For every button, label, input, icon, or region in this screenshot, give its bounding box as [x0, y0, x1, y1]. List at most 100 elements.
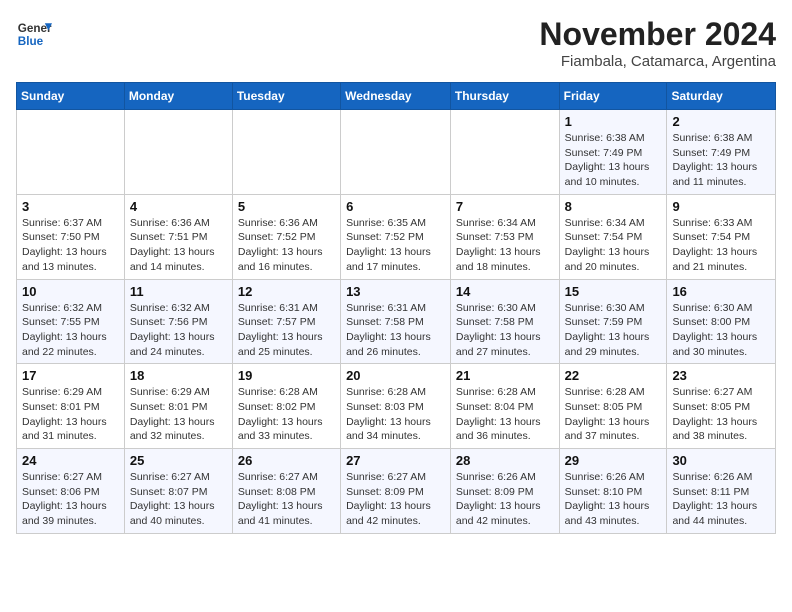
calendar-cell: 6 Sunrise: 6:35 AM Sunset: 7:52 PM Daylig… — [341, 194, 451, 279]
day-detail: Sunrise: 6:37 AM Sunset: 7:50 PM Dayligh… — [22, 216, 119, 275]
calendar-cell: 4 Sunrise: 6:36 AM Sunset: 7:51 PM Daylig… — [124, 194, 232, 279]
day-detail: Sunrise: 6:34 AM Sunset: 7:54 PM Dayligh… — [565, 216, 662, 275]
calendar-cell: 30Sunrise: 6:26 AM Sunset: 8:11 PM Dayli… — [667, 449, 776, 534]
day-number: 12 — [238, 284, 335, 299]
calendar-cell: 16 Sunrise: 6:30 AM Sunset: 8:00 PM Dayli… — [667, 279, 776, 364]
day-detail: Sunrise: 6:30 AM Sunset: 8:00 PM Dayligh… — [672, 301, 770, 360]
day-detail: Sunrise: 6:26 AM Sunset: 8:09 PM Dayligh… — [456, 470, 554, 529]
calendar-cell: 25Sunrise: 6:27 AM Sunset: 8:07 PM Dayli… — [124, 449, 232, 534]
day-number: 28 — [456, 453, 554, 468]
calendar-cell — [17, 110, 125, 195]
logo: General Blue — [16, 16, 52, 52]
day-number: 14 — [456, 284, 554, 299]
calendar-cell: 12 Sunrise: 6:31 AM Sunset: 7:57 PM Dayli… — [232, 279, 340, 364]
calendar-cell: 18 Sunrise: 6:29 AM Sunset: 8:01 PM Dayli… — [124, 364, 232, 449]
title-section: November 2024 Fiambala, Catamarca, Argen… — [539, 16, 776, 70]
header-day-wednesday: Wednesday — [341, 83, 451, 110]
header-day-thursday: Thursday — [450, 83, 559, 110]
day-detail: Sunrise: 6:28 AM Sunset: 8:03 PM Dayligh… — [346, 385, 445, 444]
day-number: 3 — [22, 199, 119, 214]
day-number: 29 — [565, 453, 662, 468]
calendar-cell — [232, 110, 340, 195]
day-number: 21 — [456, 368, 554, 383]
header: General Blue November 2024 Fiambala, Cat… — [16, 16, 776, 70]
location: Fiambala, Catamarca, Argentina — [539, 53, 776, 70]
day-number: 11 — [130, 284, 227, 299]
day-detail: Sunrise: 6:38 AM Sunset: 7:49 PM Dayligh… — [672, 131, 770, 190]
day-detail: Sunrise: 6:27 AM Sunset: 8:06 PM Dayligh… — [22, 470, 119, 529]
day-number: 4 — [130, 199, 227, 214]
calendar-cell — [124, 110, 232, 195]
calendar-cell: 21 Sunrise: 6:28 AM Sunset: 8:04 PM Dayli… — [450, 364, 559, 449]
day-detail: Sunrise: 6:36 AM Sunset: 7:51 PM Dayligh… — [130, 216, 227, 275]
calendar-cell: 15Sunrise: 6:30 AM Sunset: 7:59 PM Dayli… — [559, 279, 667, 364]
header-day-friday: Friday — [559, 83, 667, 110]
month-year: November 2024 — [539, 16, 776, 53]
svg-text:Blue: Blue — [18, 35, 44, 48]
day-number: 13 — [346, 284, 445, 299]
day-number: 25 — [130, 453, 227, 468]
day-detail: Sunrise: 6:28 AM Sunset: 8:04 PM Dayligh… — [456, 385, 554, 444]
calendar-cell: 11 Sunrise: 6:32 AM Sunset: 7:56 PM Dayli… — [124, 279, 232, 364]
calendar-cell: 3 Sunrise: 6:37 AM Sunset: 7:50 PM Daylig… — [17, 194, 125, 279]
calendar-cell: 13Sunrise: 6:31 AM Sunset: 7:58 PM Dayli… — [341, 279, 451, 364]
day-number: 19 — [238, 368, 335, 383]
day-detail: Sunrise: 6:30 AM Sunset: 7:58 PM Dayligh… — [456, 301, 554, 360]
calendar-cell: 10 Sunrise: 6:32 AM Sunset: 7:55 PM Dayli… — [17, 279, 125, 364]
calendar-week-row: 1 Sunrise: 6:38 AM Sunset: 7:49 PM Daylig… — [17, 110, 776, 195]
header-day-sunday: Sunday — [17, 83, 125, 110]
day-number: 5 — [238, 199, 335, 214]
day-number: 2 — [672, 114, 770, 129]
day-detail: Sunrise: 6:38 AM Sunset: 7:49 PM Dayligh… — [565, 131, 662, 190]
day-number: 9 — [672, 199, 770, 214]
day-detail: Sunrise: 6:28 AM Sunset: 8:02 PM Dayligh… — [238, 385, 335, 444]
day-detail: Sunrise: 6:29 AM Sunset: 8:01 PM Dayligh… — [130, 385, 227, 444]
calendar-cell: 14 Sunrise: 6:30 AM Sunset: 7:58 PM Dayli… — [450, 279, 559, 364]
day-detail: Sunrise: 6:31 AM Sunset: 7:57 PM Dayligh… — [238, 301, 335, 360]
day-detail: Sunrise: 6:28 AM Sunset: 8:05 PM Dayligh… — [565, 385, 662, 444]
calendar-cell: 23 Sunrise: 6:27 AM Sunset: 8:05 PM Dayli… — [667, 364, 776, 449]
day-number: 22 — [565, 368, 662, 383]
day-detail: Sunrise: 6:26 AM Sunset: 8:11 PM Dayligh… — [672, 470, 770, 529]
day-detail: Sunrise: 6:36 AM Sunset: 7:52 PM Dayligh… — [238, 216, 335, 275]
day-number: 6 — [346, 199, 445, 214]
day-number: 20 — [346, 368, 445, 383]
calendar-cell: 17 Sunrise: 6:29 AM Sunset: 8:01 PM Dayli… — [17, 364, 125, 449]
calendar-week-row: 24 Sunrise: 6:27 AM Sunset: 8:06 PM Dayli… — [17, 449, 776, 534]
calendar-cell: 5 Sunrise: 6:36 AM Sunset: 7:52 PM Daylig… — [232, 194, 340, 279]
day-number: 18 — [130, 368, 227, 383]
day-detail: Sunrise: 6:29 AM Sunset: 8:01 PM Dayligh… — [22, 385, 119, 444]
calendar-cell: 8Sunrise: 6:34 AM Sunset: 7:54 PM Daylig… — [559, 194, 667, 279]
calendar-cell: 7Sunrise: 6:34 AM Sunset: 7:53 PM Daylig… — [450, 194, 559, 279]
calendar-cell: 2 Sunrise: 6:38 AM Sunset: 7:49 PM Daylig… — [667, 110, 776, 195]
day-detail: Sunrise: 6:30 AM Sunset: 7:59 PM Dayligh… — [565, 301, 662, 360]
calendar-cell: 20 Sunrise: 6:28 AM Sunset: 8:03 PM Dayli… — [341, 364, 451, 449]
calendar-cell: 26Sunrise: 6:27 AM Sunset: 8:08 PM Dayli… — [232, 449, 340, 534]
day-number: 17 — [22, 368, 119, 383]
day-detail: Sunrise: 6:32 AM Sunset: 7:55 PM Dayligh… — [22, 301, 119, 360]
day-number: 10 — [22, 284, 119, 299]
day-detail: Sunrise: 6:33 AM Sunset: 7:54 PM Dayligh… — [672, 216, 770, 275]
day-detail: Sunrise: 6:32 AM Sunset: 7:56 PM Dayligh… — [130, 301, 227, 360]
calendar-week-row: 10 Sunrise: 6:32 AM Sunset: 7:55 PM Dayli… — [17, 279, 776, 364]
calendar-cell: 22 Sunrise: 6:28 AM Sunset: 8:05 PM Dayli… — [559, 364, 667, 449]
header-day-saturday: Saturday — [667, 83, 776, 110]
calendar-cell: 28 Sunrise: 6:26 AM Sunset: 8:09 PM Dayli… — [450, 449, 559, 534]
day-number: 24 — [22, 453, 119, 468]
day-number: 27 — [346, 453, 445, 468]
day-number: 26 — [238, 453, 335, 468]
calendar-week-row: 17 Sunrise: 6:29 AM Sunset: 8:01 PM Dayli… — [17, 364, 776, 449]
header-day-monday: Monday — [124, 83, 232, 110]
calendar-cell: 19 Sunrise: 6:28 AM Sunset: 8:02 PM Dayli… — [232, 364, 340, 449]
day-number: 1 — [565, 114, 662, 129]
day-detail: Sunrise: 6:27 AM Sunset: 8:09 PM Dayligh… — [346, 470, 445, 529]
calendar-cell: 24 Sunrise: 6:27 AM Sunset: 8:06 PM Dayli… — [17, 449, 125, 534]
day-detail: Sunrise: 6:27 AM Sunset: 8:05 PM Dayligh… — [672, 385, 770, 444]
day-number: 16 — [672, 284, 770, 299]
calendar-cell — [341, 110, 451, 195]
day-number: 23 — [672, 368, 770, 383]
day-detail: Sunrise: 6:35 AM Sunset: 7:52 PM Dayligh… — [346, 216, 445, 275]
calendar-cell — [450, 110, 559, 195]
day-detail: Sunrise: 6:26 AM Sunset: 8:10 PM Dayligh… — [565, 470, 662, 529]
calendar-cell: 29 Sunrise: 6:26 AM Sunset: 8:10 PM Dayli… — [559, 449, 667, 534]
